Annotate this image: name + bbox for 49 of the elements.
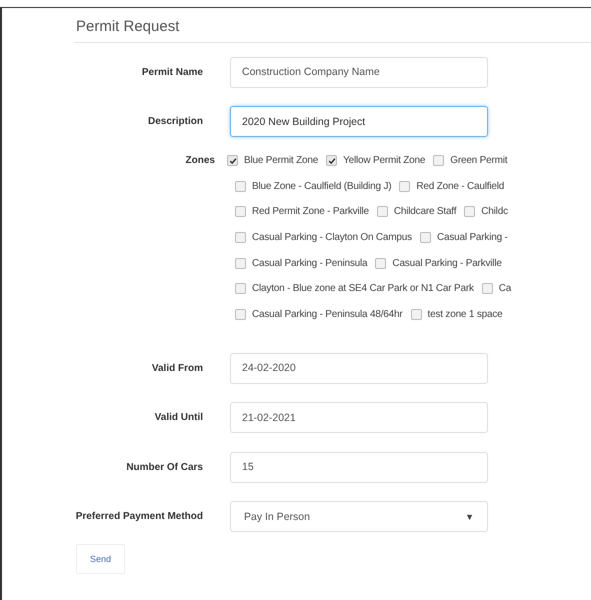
checkbox-label: Yellow Permit Zone [343,155,426,166]
checkbox[interactable] [433,155,444,166]
field-label: Valid Until [154,412,204,424]
field-label: Preferred Payment Method [74,511,204,522]
checkbox-label: Childc [481,206,508,218]
checkbox[interactable] [235,206,246,218]
checkbox[interactable] [326,155,338,166]
checkbox-label: Blue Zone - Caulfield (Building J) [252,180,392,192]
field-label: Valid From [150,362,204,374]
checkbox[interactable] [420,232,431,244]
checkbox[interactable] [482,283,493,294]
checkbox[interactable] [227,155,238,166]
checkbox[interactable] [235,180,246,192]
field-label: Permit Name [140,66,204,78]
checkbox-label: Ca [498,283,512,294]
form-title: Permit Request [76,18,180,37]
field-label: Number Of Cars [125,462,204,473]
checkbox-label: Casual Parking - Parkville [392,258,502,269]
input-field[interactable]: 2020 New Building Project [230,106,488,137]
input-field[interactable]: 21-02-2021 [230,402,488,434]
checkbox-label: Blue Permit Zone [244,155,318,166]
checkbox-label: Red Zone - Caulfield [416,180,504,192]
checkbox-label: Red Permit Zone - Parkville [252,206,369,218]
checkbox[interactable] [235,258,246,269]
caret-icon: ▼ [465,512,474,522]
checkbox-label: Casual Parking - Clayton On Campus [252,232,412,244]
checkbox-label: Casual Parking - Peninsula [252,258,368,269]
send-button[interactable]: Send [76,544,126,574]
input-field[interactable]: 15 [230,452,488,483]
checkbox-label: Childcare Staff [394,206,456,218]
checkbox-label: Clayton - Blue zone at SE4 Car Park or N1 Car Park [252,283,474,294]
checkbox[interactable] [235,283,246,294]
checkbox[interactable] [399,180,410,192]
checkbox[interactable] [235,232,246,244]
checkbox[interactable] [410,308,422,320]
checkbox-label: Green Permit [450,155,508,166]
dropdown-value: Pay In Person [244,510,310,523]
checkbox-label: Casual Parking - Peninsula 48/64hr [252,308,403,320]
field-label: Zones [184,154,215,168]
checkbox-label: test zone 1 space [428,308,502,320]
payment-dropdown[interactable]: Pay In Person ▼ [230,501,488,532]
input-field[interactable]: 24-02-2020 [230,352,488,384]
checkbox[interactable] [376,206,388,218]
checkbox[interactable] [464,206,476,218]
checkbox[interactable] [375,258,386,269]
field-label: Description [146,116,204,127]
checkbox[interactable] [235,308,246,320]
checkbox-label: Casual Parking - [436,232,508,244]
input-field[interactable]: Construction Company Name [230,56,488,88]
